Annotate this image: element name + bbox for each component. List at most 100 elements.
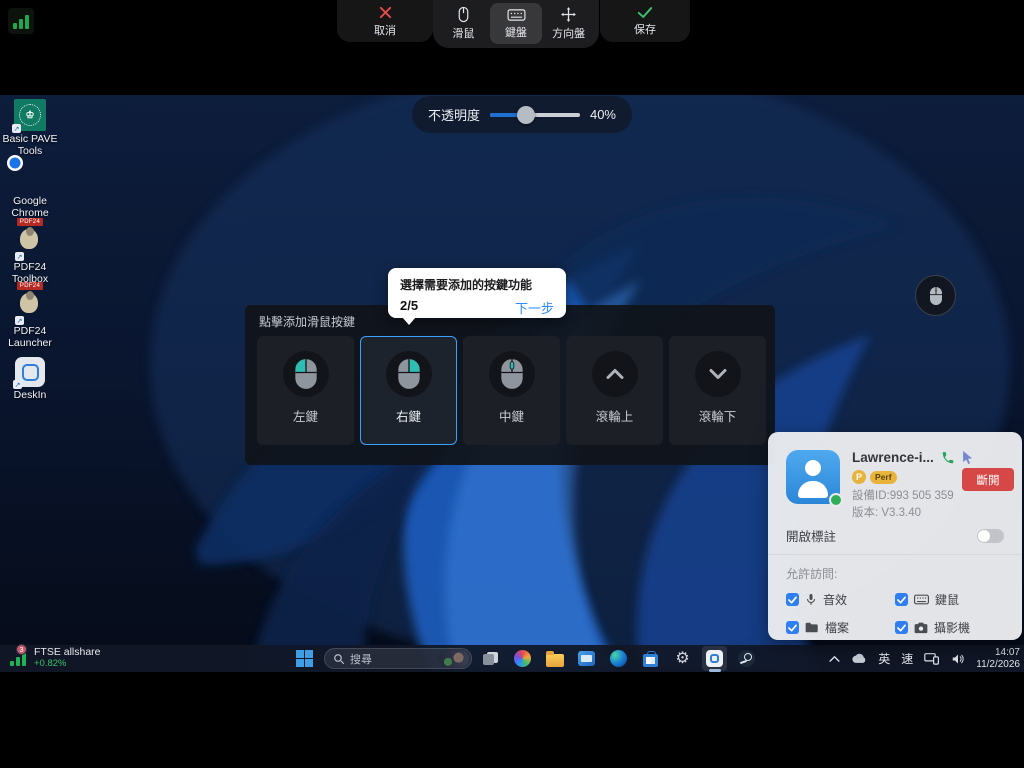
task-view-button[interactable] (478, 646, 503, 671)
access-permissions-section: 允許訪問: 音效 鍵鼠 (768, 554, 1022, 636)
checkbox-checked-icon[interactable] (895, 621, 908, 634)
mouse-option-scroll-down[interactable]: 滾輪下 (669, 336, 766, 445)
taskbar-clock[interactable]: 14:07 11/2/2026 (976, 647, 1020, 670)
permission-label: 檔案 (825, 619, 849, 636)
annotation-toggle[interactable] (977, 529, 1004, 543)
deskin-icon (706, 650, 723, 667)
option-label: 中鍵 (499, 406, 524, 425)
stock-change: +0.82% (34, 658, 101, 669)
shortcut-arrow-icon: ↗ (13, 380, 22, 389)
mouse-option-scroll-up[interactable]: 滾輪上 (566, 336, 663, 445)
opacity-label: 不透明度 (428, 105, 480, 124)
gear-icon: ⚙ (675, 651, 689, 667)
permission-keyboard-mouse[interactable]: 鍵鼠 (895, 591, 1004, 608)
shortcut-arrow-icon: ↗ (12, 124, 21, 133)
scroll-down-icon (706, 362, 730, 386)
onedrive-cloud-icon[interactable] (851, 653, 867, 664)
peer-name: Lawrence-i... (852, 450, 934, 465)
option-label: 右鍵 (396, 406, 421, 425)
cancel-button[interactable]: 取消 (337, 0, 433, 42)
mouse-mode-label: 滑鼠 (452, 25, 474, 41)
plan-badge-icon: P (852, 470, 866, 484)
settings-button[interactable]: ⚙ (670, 646, 695, 671)
panel-title: 點擊添加滑鼠按鍵 (259, 313, 355, 330)
ime-indicator[interactable]: 速 (901, 650, 913, 667)
permission-label: 音效 (823, 591, 847, 608)
device-id: 設備ID:993 505 359 (852, 488, 954, 505)
desktop-icon-label: Basic PAVE Tools (2, 134, 58, 157)
clock-date: 11/2/2026 (976, 659, 1020, 671)
option-label: 滾輪下 (699, 406, 737, 425)
voice-call-icon[interactable] (941, 451, 955, 465)
network-devices-icon[interactable] (924, 652, 940, 665)
microphone-icon (805, 593, 817, 607)
tray-overflow-chevron-icon[interactable] (829, 655, 840, 662)
cancel-x-icon (378, 5, 393, 20)
mouse-right-button-icon (396, 358, 422, 390)
peer-avatar (786, 450, 840, 504)
opacity-slider[interactable] (490, 113, 580, 117)
permission-label: 鍵鼠 (935, 591, 959, 608)
desktop-icon-pdf24-launcher[interactable]: PDF24 ↗ PDF24 Launcher (2, 293, 58, 349)
floating-virtual-mouse-button[interactable] (915, 275, 956, 316)
checkbox-checked-icon[interactable] (895, 593, 908, 606)
mouse-mode-button[interactable]: 滑鼠 (437, 3, 490, 44)
taskbar-app-icons: ⚙ (478, 646, 759, 671)
mouse-option-left-button[interactable]: 左鍵 (257, 336, 354, 445)
windows-start-button[interactable] (296, 650, 313, 667)
online-status-badge (829, 493, 843, 507)
keyboard-mode-button[interactable]: 鍵盤 (490, 3, 543, 44)
desktop-icon-label: DeskIn (14, 390, 47, 402)
desktop-icon-google-chrome[interactable]: Google Chrome (2, 163, 58, 219)
search-placeholder: 搜尋 (350, 651, 439, 667)
permission-camera[interactable]: 攝影機 (895, 619, 1004, 636)
language-indicator[interactable]: 英 (878, 650, 890, 667)
file-explorer-icon (546, 654, 564, 667)
desktop-icon-basic-pave-tools[interactable]: ♔ ↗ Basic PAVE Tools (2, 99, 58, 157)
performance-badge: Perf (870, 471, 897, 484)
checkbox-checked-icon[interactable] (786, 593, 799, 606)
save-label: 保存 (634, 21, 656, 37)
taskbar-stock-widget[interactable]: 3 FTSE allshare +0.82% (8, 647, 101, 669)
search-highlight-image (439, 650, 469, 667)
slider-knob[interactable] (517, 106, 535, 124)
edge-button[interactable] (606, 646, 631, 671)
steam-button[interactable] (734, 646, 759, 671)
store-button[interactable] (638, 646, 663, 671)
mail-button[interactable] (574, 646, 599, 671)
step-tooltip: 選擇需要添加的按鍵功能 2/5 下一步 (388, 268, 566, 318)
option-label: 左鍵 (293, 406, 318, 425)
mouse-icon (928, 286, 944, 306)
connection-info-card: Lawrence-i... P Perf 設備ID:993 505 359 版本… (768, 432, 1022, 640)
mouse-option-right-button[interactable]: 右鍵 (360, 336, 457, 445)
desktop-icon-deskin[interactable]: ↗ DeskIn (2, 357, 58, 402)
file-explorer-button[interactable] (542, 646, 567, 671)
desktop-icon-pdf24-toolbox[interactable]: PDF24 ↗ PDF24 Toolbox (2, 229, 58, 285)
copilot-button[interactable] (510, 646, 535, 671)
task-view-icon (483, 652, 498, 665)
desktop-icon-label: Google Chrome (2, 196, 58, 219)
checkbox-checked-icon[interactable] (786, 621, 799, 634)
shortcut-arrow-icon: ↗ (15, 316, 24, 325)
save-button[interactable]: 保存 (600, 0, 690, 42)
tooltip-title: 選擇需要添加的按鍵功能 (400, 276, 554, 293)
keyboard-icon (914, 594, 929, 605)
mouse-option-middle-button[interactable]: 中鍵 (463, 336, 560, 445)
step-counter: 2/5 (400, 298, 418, 317)
speaker-icon[interactable] (951, 653, 965, 665)
dpad-mode-button[interactable]: 方向盤 (542, 3, 595, 44)
deskin-taskbar-button[interactable] (702, 646, 727, 671)
permission-audio[interactable]: 音效 (786, 591, 895, 608)
cancel-label: 取消 (374, 22, 396, 38)
clock-time: 14:07 (976, 647, 1020, 659)
notification-badge: 3 (16, 644, 27, 655)
mouse-icon (456, 6, 471, 23)
permission-files[interactable]: 檔案 (786, 619, 895, 636)
disconnect-button[interactable]: 斷開 (962, 468, 1014, 491)
mini-stock-widget-icon[interactable] (8, 8, 34, 34)
next-step-button[interactable]: 下一步 (515, 298, 554, 317)
opacity-control: 不透明度 40% (412, 96, 632, 133)
mail-icon (578, 651, 595, 666)
taskbar-search-box[interactable]: 搜尋 (324, 648, 472, 669)
system-tray: 英 速 14:07 11/2/2026 (829, 645, 1020, 672)
